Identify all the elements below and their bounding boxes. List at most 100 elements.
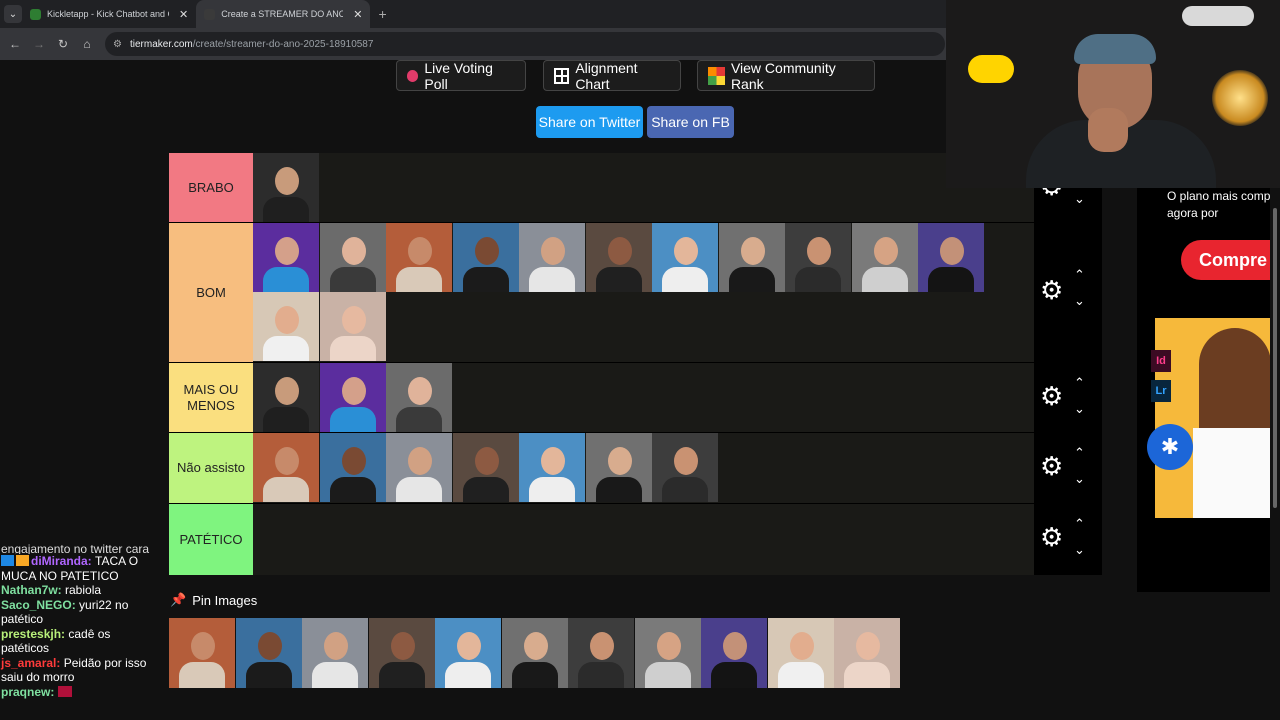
ad-banner[interactable]: O plano mais comp agora por Compre Id Lr…: [1137, 188, 1270, 592]
streamer-thumbnail[interactable]: [319, 223, 386, 292]
share-twitter-button[interactable]: Share on Twitter: [536, 106, 643, 138]
chat-username[interactable]: presteskjh:: [1, 627, 68, 641]
tab-title: Create a STREAMER DO ANO (2: [221, 9, 344, 19]
site-info-icon[interactable]: ⚙: [113, 39, 122, 50]
chevron-up-icon[interactable]: ⌃: [1074, 445, 1085, 461]
new-tab-icon[interactable]: +: [378, 6, 386, 22]
close-tab-icon[interactable]: ✕: [179, 8, 188, 21]
tier-label[interactable]: BRABO: [169, 153, 253, 222]
gear-icon[interactable]: ⚙: [1040, 451, 1063, 482]
sandal-icon: ✱: [1147, 424, 1193, 470]
streamer-thumbnail[interactable]: [568, 618, 634, 688]
chat-username[interactable]: Nathan7w:: [1, 583, 65, 597]
thumbnail-face: [541, 447, 565, 475]
thumbnail-body: [329, 336, 376, 361]
url-input[interactable]: ⚙ tiermaker.com/create/streamer-do-ano-2…: [105, 32, 945, 56]
streamer-thumbnail[interactable]: [302, 618, 368, 688]
tier-row-bom: BOM ⚙ ⌃ ⌄: [169, 223, 1102, 363]
streamer-thumbnail[interactable]: [634, 618, 701, 688]
thumbnail-face: [607, 237, 632, 265]
gear-icon[interactable]: ⚙: [1040, 522, 1063, 553]
streamer-thumbnail[interactable]: [585, 223, 652, 292]
tier-label[interactable]: BOM: [169, 223, 253, 362]
chevron-down-icon[interactable]: ⌄: [1074, 191, 1085, 207]
tier-items: [253, 433, 1034, 502]
chat-message: engajamento no twitter cara: [0, 542, 160, 554]
thumbnail-face: [257, 632, 282, 660]
gear-icon[interactable]: ⚙: [1040, 275, 1063, 306]
gear-icon[interactable]: ⚙: [1040, 381, 1063, 412]
chevron-down-icon[interactable]: ⌄: [1074, 401, 1085, 417]
chevron-up-icon[interactable]: ⌃: [1074, 375, 1085, 391]
streamer-thumbnail[interactable]: [785, 223, 851, 292]
thumbnail-body: [662, 267, 708, 292]
streamer-thumbnail[interactable]: [235, 618, 302, 688]
streamer-thumbnail[interactable]: [718, 223, 785, 292]
ad-scrollbar[interactable]: [1270, 188, 1280, 592]
ad-buy-button[interactable]: Compre: [1181, 240, 1270, 280]
streamer-thumbnail[interactable]: [519, 223, 585, 292]
tier-label[interactable]: MAIS OU MENOS: [169, 363, 253, 432]
view-community-rank-button[interactable]: View Community Rank: [697, 60, 875, 92]
reload-icon[interactable]: ↻: [51, 37, 75, 51]
streamer-thumbnail[interactable]: [386, 363, 452, 432]
chat-username[interactable]: praqnew:: [1, 685, 58, 699]
streamer-thumbnail[interactable]: [918, 223, 984, 292]
home-icon[interactable]: ⌂: [75, 37, 99, 51]
forward-arrow-icon[interactable]: →: [27, 37, 51, 51]
back-arrow-icon[interactable]: ←: [3, 37, 27, 51]
streamer-thumbnail[interactable]: [386, 433, 452, 502]
tier-label[interactable]: Não assisto: [169, 433, 253, 503]
red-dot-icon: [407, 69, 419, 82]
chevron-up-icon[interactable]: ⌃: [1074, 516, 1085, 532]
thumbnail-body: [462, 477, 509, 502]
streamer-thumbnail[interactable]: [368, 618, 435, 688]
streamer-thumbnail[interactable]: [519, 433, 585, 502]
tab-search-icon[interactable]: ⌄: [4, 5, 22, 23]
live-voting-poll-button[interactable]: Live Voting Poll: [396, 60, 526, 92]
tab-kicklet[interactable]: Kickletapp - Kick Chatbot and C ✕: [22, 0, 196, 28]
streamer-thumbnail[interactable]: [253, 433, 319, 502]
chat-badge-icon: [1, 555, 14, 566]
thumbnail-face: [789, 632, 814, 660]
share-fb-button[interactable]: Share on FB: [647, 106, 734, 138]
streamer-thumbnail[interactable]: [767, 618, 834, 688]
streamer-thumbnail[interactable]: [585, 433, 652, 502]
streamer-thumbnail[interactable]: [253, 363, 319, 432]
streamer-thumbnail[interactable]: [319, 363, 386, 432]
streamer-thumbnail[interactable]: [701, 618, 767, 688]
thumbnail-body: [928, 267, 974, 292]
streamer-thumbnail[interactable]: [386, 223, 452, 292]
streamer-thumbnail[interactable]: [253, 153, 319, 222]
thumbnail-body: [777, 662, 824, 688]
tab-tiermaker[interactable]: Create a STREAMER DO ANO (2 ✕: [196, 0, 371, 28]
streamer-thumbnail[interactable]: [501, 618, 568, 688]
thumbnail-body: [578, 662, 624, 688]
streamer-thumbnail[interactable]: [253, 292, 319, 361]
thumbnail-body: [329, 407, 376, 432]
streamer-thumbnail[interactable]: [319, 433, 386, 502]
streamer-thumbnail[interactable]: [169, 618, 235, 688]
chevron-down-icon[interactable]: ⌄: [1074, 471, 1085, 487]
streamer-thumbnail[interactable]: [435, 618, 501, 688]
chat-username[interactable]: diMiranda:: [31, 554, 95, 568]
alignment-chart-button[interactable]: Alignment Chart: [543, 60, 681, 92]
thumbnail-face: [873, 237, 898, 265]
streamer-thumbnail[interactable]: [452, 433, 519, 502]
tier-label[interactable]: PATÉTICO: [169, 504, 253, 575]
streamer-thumbnail[interactable]: [851, 223, 918, 292]
scrollbar-thumb[interactable]: [1273, 208, 1277, 508]
thumbnail-face: [341, 306, 366, 334]
close-tab-icon[interactable]: ✕: [353, 8, 362, 21]
streamer-thumbnail[interactable]: [834, 618, 900, 688]
streamer-thumbnail[interactable]: [253, 223, 319, 292]
streamer-thumbnail[interactable]: [652, 223, 718, 292]
chat-username[interactable]: js_amaral:: [1, 656, 64, 670]
streamer-thumbnail[interactable]: [319, 292, 386, 361]
chat-username[interactable]: Saco_NEGO:: [1, 598, 79, 612]
streamer-thumbnail[interactable]: [452, 223, 519, 292]
chevron-up-icon[interactable]: ⌃: [1074, 267, 1085, 283]
chevron-down-icon[interactable]: ⌄: [1074, 293, 1085, 309]
chevron-down-icon[interactable]: ⌄: [1074, 542, 1085, 558]
streamer-thumbnail[interactable]: [652, 433, 718, 502]
